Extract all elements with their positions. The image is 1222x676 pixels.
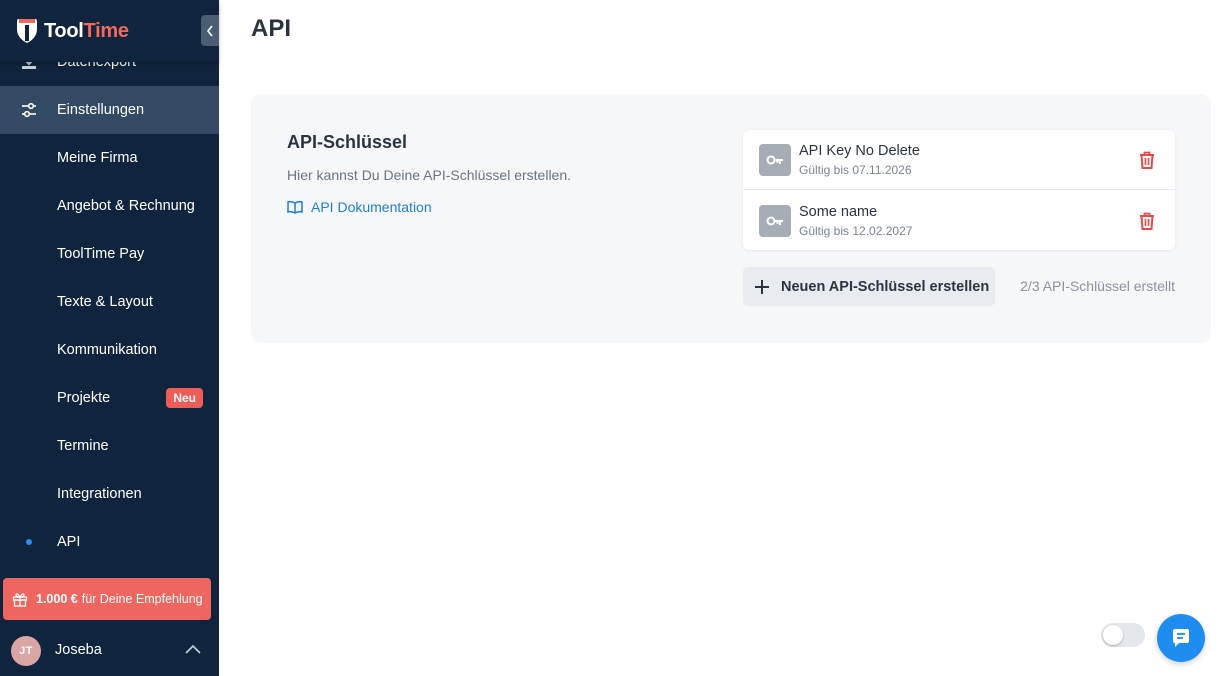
api-keys-card: API-Schlüssel Hier kannst Du Deine API-S… — [251, 94, 1211, 343]
api-key-count: 2/3 API-Schlüssel erstellt — [1020, 278, 1175, 294]
new-badge: Neu — [166, 388, 203, 408]
sidebar-item-label: Meine Firma — [57, 150, 138, 166]
sidebar-item-tooltime-pay[interactable]: ToolTime Pay — [0, 230, 219, 278]
sliders-icon — [22, 102, 36, 118]
sidebar-collapse-button[interactable] — [201, 15, 219, 46]
api-key-validity: Gültig bis 12.02.2027 — [799, 224, 913, 238]
sidebar-item-termine[interactable]: Termine — [0, 422, 219, 470]
sidebar-item-kommunikation[interactable]: Kommunikation — [0, 326, 219, 374]
trash-icon[interactable] — [1137, 211, 1157, 231]
tooltime-logo[interactable]: ToolTime — [16, 18, 129, 44]
section-description: Hier kannst Du Deine API-Schlüssel erste… — [287, 167, 572, 183]
list-item: Some name Gültig bis 12.02.2027 — [743, 191, 1175, 251]
create-api-key-button[interactable]: Neuen API-Schlüssel erstellen — [743, 267, 995, 306]
book-icon — [287, 200, 303, 214]
logo-text: ToolTime — [44, 19, 129, 42]
toggle-switch[interactable] — [1101, 623, 1145, 647]
plus-icon — [755, 279, 769, 294]
sidebar-item-integrationen[interactable]: Integrationen — [0, 470, 219, 518]
sidebar-item-einstellungen[interactable]: Einstellungen — [0, 86, 219, 134]
chat-support-button[interactable] — [1157, 614, 1205, 662]
chevron-left-icon — [206, 25, 213, 36]
api-key-list: API Key No Delete Gültig bis 07.11.2026 … — [743, 130, 1175, 250]
toggle-knob — [1103, 625, 1123, 645]
promo-amount: 1.000 € — [36, 592, 78, 606]
user-name: Joseba — [55, 642, 102, 658]
api-documentation-link[interactable]: API Dokumentation — [287, 199, 432, 215]
list-item: API Key No Delete Gültig bis 07.11.2026 — [743, 130, 1175, 190]
sidebar-item-label: Kommunikation — [57, 342, 157, 358]
sidebar-item-api[interactable]: API — [0, 518, 219, 566]
sidebar-nav: Datenexport Einstellungen Meine Firma An… — [0, 38, 219, 566]
doc-link-label: API Dokumentation — [311, 199, 432, 215]
active-indicator-dot — [26, 539, 32, 545]
referral-promo-button[interactable]: 1.000 € für Deine Empfehlung — [3, 578, 211, 620]
api-key-validity: Gültig bis 07.11.2026 — [799, 163, 912, 177]
key-icon — [759, 144, 791, 176]
page-title: API — [251, 15, 292, 42]
chevron-up-icon — [185, 644, 201, 654]
api-key-name: Some name — [799, 204, 878, 220]
gift-icon — [12, 593, 28, 607]
sidebar-header: ToolTime — [0, 0, 219, 62]
user-menu[interactable]: JT Joseba — [0, 626, 219, 676]
promo-text: für Deine Empfehlung — [81, 592, 203, 606]
sidebar: Datenexport Einstellungen Meine Firma An… — [0, 0, 219, 676]
trash-icon[interactable] — [1137, 150, 1157, 170]
sidebar-item-label: Einstellungen — [57, 102, 145, 118]
sidebar-item-texte-layout[interactable]: Texte & Layout — [0, 278, 219, 326]
chat-icon — [1173, 629, 1189, 647]
key-icon — [759, 205, 791, 237]
sidebar-item-label: Integrationen — [57, 486, 142, 502]
sidebar-item-angebot-rechnung[interactable]: Angebot & Rechnung — [0, 182, 219, 230]
section-title: API-Schlüssel — [287, 132, 408, 152]
api-key-name: API Key No Delete — [799, 143, 920, 159]
sidebar-item-projekte[interactable]: Projekte Neu — [0, 374, 219, 422]
sidebar-item-meine-firma[interactable]: Meine Firma — [0, 134, 219, 182]
sidebar-item-label: ToolTime Pay — [57, 246, 145, 262]
sidebar-item-label: Texte & Layout — [57, 294, 153, 310]
sidebar-item-label: API — [57, 534, 81, 550]
sidebar-item-label: Termine — [57, 438, 109, 454]
logo-mark-icon — [17, 19, 37, 43]
avatar: JT — [11, 636, 41, 666]
sidebar-item-label: Angebot & Rechnung — [57, 198, 195, 214]
create-api-key-label: Neuen API-Schlüssel erstellen — [781, 278, 990, 295]
sidebar-item-label: Projekte — [57, 390, 111, 406]
